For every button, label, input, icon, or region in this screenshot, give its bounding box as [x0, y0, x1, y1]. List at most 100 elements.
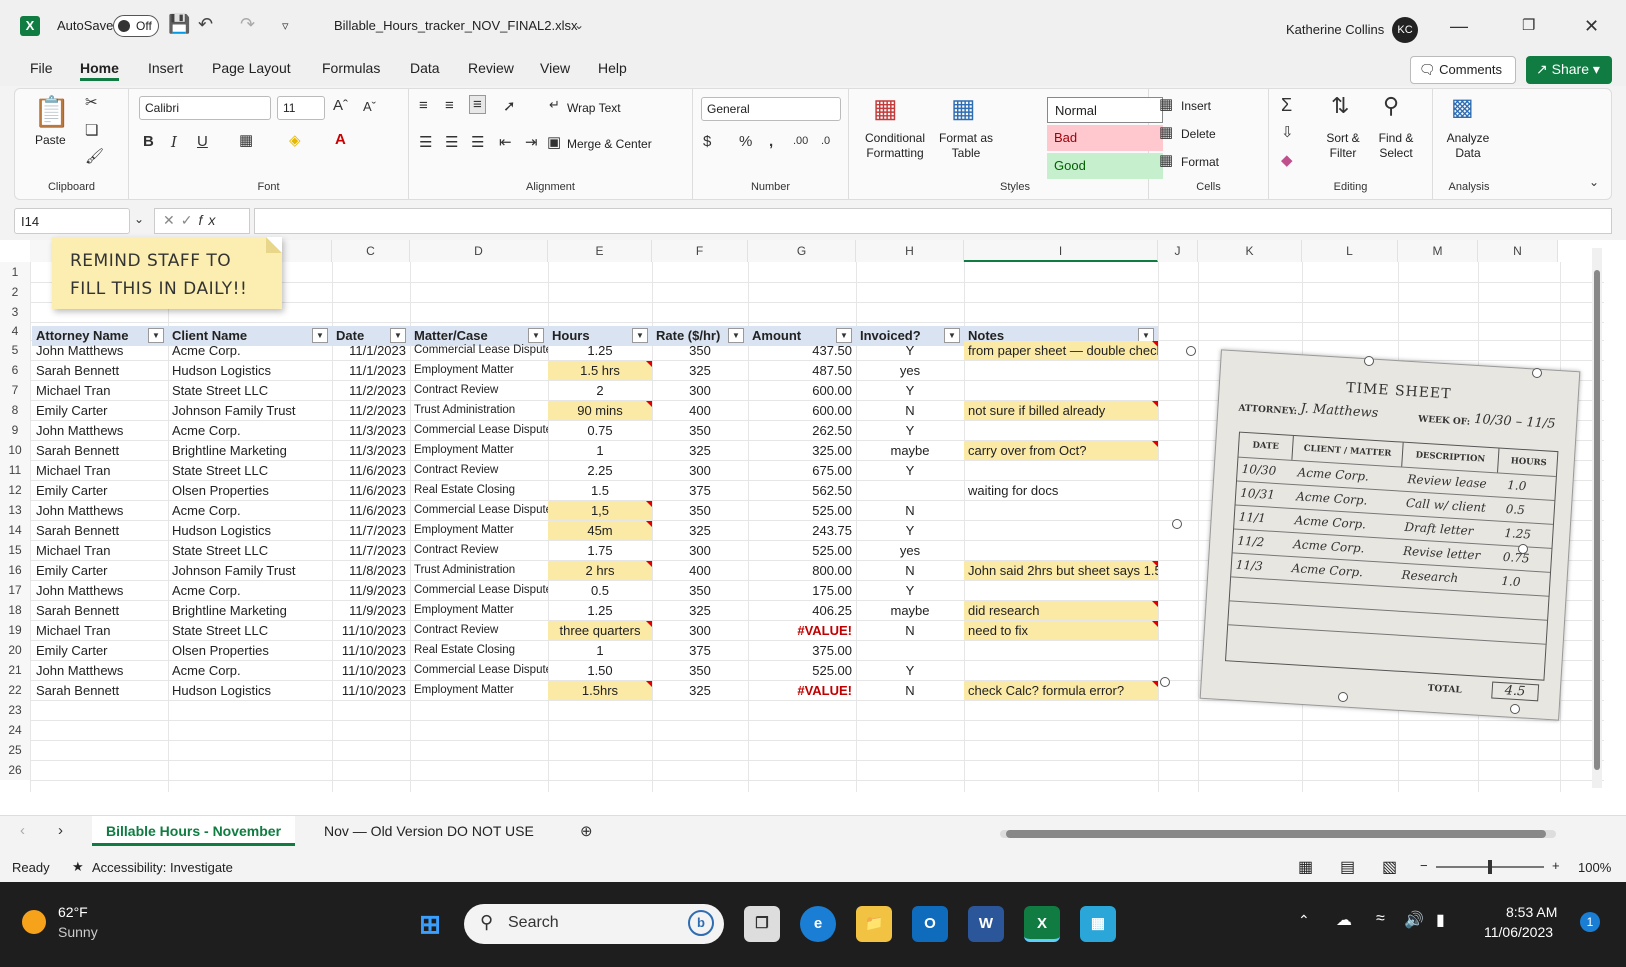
table-cell[interactable]: 1.5 hrs — [548, 361, 652, 380]
align-top-icon[interactable]: ≡ — [419, 97, 428, 114]
table-cell[interactable]: Sarah Bennett — [32, 361, 168, 380]
table-cell[interactable]: Employment Matter — [410, 521, 548, 540]
row-number[interactable]: 3 — [0, 302, 30, 322]
table-cell[interactable]: 11/3/2023 — [332, 441, 410, 460]
cut-icon[interactable]: ✂ — [85, 93, 98, 111]
percent-icon[interactable]: % — [739, 133, 752, 150]
rotate-handle[interactable] — [1364, 356, 1374, 366]
table-cell[interactable]: 243.75 — [748, 521, 856, 540]
table-cell[interactable]: 300 — [652, 461, 748, 480]
table-cell[interactable]: 11/1/2023 — [332, 361, 410, 380]
table-cell[interactable]: State Street LLC — [168, 541, 332, 560]
table-cell[interactable]: Employment Matter — [410, 681, 548, 700]
row-number[interactable]: 5 — [0, 340, 30, 360]
table-cell[interactable]: Trust Administration — [410, 401, 548, 420]
table-cell[interactable]: 1.25 — [548, 341, 652, 360]
resize-handle-bottom-left[interactable] — [1160, 677, 1170, 687]
table-cell[interactable]: 400 — [652, 561, 748, 580]
table-cell[interactable]: Hudson Logistics — [168, 361, 332, 380]
align-right-icon[interactable]: ☰ — [471, 133, 484, 151]
clear-icon[interactable]: ◆ — [1281, 151, 1293, 169]
insert-cells-icon[interactable]: ▦ — [1159, 95, 1173, 113]
sticky-note[interactable]: REMIND STAFF TO FILL THIS IN DAILY!! — [52, 237, 282, 309]
table-cell[interactable]: 175.00 — [748, 581, 856, 600]
table-cell[interactable]: from paper sheet — double check — [964, 341, 1158, 360]
table-cell[interactable]: 675.00 — [748, 461, 856, 480]
column-header-h[interactable]: H — [856, 240, 964, 262]
table-cell[interactable]: 375 — [652, 481, 748, 500]
battery-icon[interactable]: ▮ — [1436, 910, 1445, 930]
outlook-icon[interactable]: O — [912, 906, 948, 942]
table-cell[interactable]: 0.5 — [548, 581, 652, 600]
resize-handle-left[interactable] — [1172, 519, 1182, 529]
next-sheet-icon[interactable]: › — [58, 822, 63, 839]
table-cell[interactable]: 1.75 — [548, 541, 652, 560]
row-number[interactable]: 24 — [0, 720, 30, 740]
column-header-n[interactable]: N — [1478, 240, 1558, 262]
table-cell[interactable]: Michael Tran — [32, 621, 168, 640]
autosum-icon[interactable]: Σ — [1281, 95, 1292, 116]
row-number[interactable]: 2 — [0, 282, 30, 302]
accessibility-icon[interactable]: ★ — [72, 859, 84, 875]
sort-filter-icon[interactable]: ⇅ — [1331, 93, 1349, 119]
style-good[interactable]: Good — [1047, 153, 1163, 179]
table-cell[interactable]: not sure if billed already — [964, 401, 1158, 420]
table-cell[interactable]: John Matthews — [32, 341, 168, 360]
table-cell[interactable]: 350 — [652, 661, 748, 680]
row-number[interactable]: 18 — [0, 600, 30, 620]
table-cell[interactable] — [964, 421, 1158, 440]
table-cell[interactable]: maybe — [856, 601, 964, 620]
row-number[interactable]: 17 — [0, 580, 30, 600]
table-cell[interactable]: John Matthews — [32, 661, 168, 680]
table-cell[interactable]: 562.50 — [748, 481, 856, 500]
table-cell[interactable]: State Street LLC — [168, 381, 332, 400]
table-cell[interactable] — [964, 641, 1158, 660]
row-number[interactable]: 8 — [0, 400, 30, 420]
undo-icon[interactable]: ↶ — [198, 14, 213, 35]
resize-handle-top-right[interactable] — [1532, 368, 1542, 378]
table-cell[interactable]: 525.00 — [748, 661, 856, 680]
table-cell[interactable]: 11/3/2023 — [332, 421, 410, 440]
clock-time[interactable]: 8:53 AM — [1506, 904, 1557, 920]
table-cell[interactable]: 350 — [652, 581, 748, 600]
row-number[interactable]: 10 — [0, 440, 30, 460]
menu-view[interactable]: View — [540, 60, 570, 76]
formula-input[interactable] — [254, 208, 1612, 234]
font-color-icon[interactable]: A — [335, 131, 346, 148]
find-select-icon[interactable]: ⚲ — [1383, 93, 1399, 119]
zoom-slider-thumb[interactable] — [1488, 860, 1492, 874]
number-format-select[interactable]: General — [701, 97, 841, 121]
table-cell[interactable]: Y — [856, 521, 964, 540]
table-cell[interactable]: John Matthews — [32, 421, 168, 440]
table-cell[interactable] — [964, 541, 1158, 560]
excel-taskbar-icon[interactable]: X — [1024, 906, 1060, 942]
table-cell[interactable]: Michael Tran — [32, 381, 168, 400]
table-cell[interactable]: 525.00 — [748, 501, 856, 520]
table-cell[interactable]: Trust Administration — [410, 561, 548, 580]
menu-file[interactable]: File — [30, 60, 53, 76]
table-cell[interactable]: 11/7/2023 — [332, 541, 410, 560]
menu-help[interactable]: Help — [598, 60, 627, 76]
table-cell[interactable]: need to fix — [964, 621, 1158, 640]
table-cell[interactable]: 325 — [652, 601, 748, 620]
page-break-view-icon[interactable]: ▧ — [1382, 857, 1397, 877]
table-cell[interactable]: Commercial Lease Dispute — [410, 421, 548, 440]
row-number[interactable]: 15 — [0, 540, 30, 560]
table-cell[interactable]: 11/6/2023 — [332, 501, 410, 520]
timesheet-image[interactable]: TIME SHEET ATTORNEY: J. Matthews WEEK OF… — [1199, 349, 1581, 721]
zoom-level[interactable]: 100% — [1578, 860, 1611, 875]
table-cell[interactable]: Sarah Bennett — [32, 601, 168, 620]
table-cell[interactable]: 11/8/2023 — [332, 561, 410, 580]
table-cell[interactable]: yes — [856, 541, 964, 560]
table-cell[interactable]: Real Estate Closing — [410, 641, 548, 660]
table-cell[interactable]: Brightline Marketing — [168, 441, 332, 460]
table-cell[interactable]: 11/10/2023 — [332, 641, 410, 660]
table-cell[interactable]: N — [856, 501, 964, 520]
menu-formulas[interactable]: Formulas — [322, 60, 380, 76]
table-cell[interactable]: three quarters — [548, 621, 652, 640]
table-cell[interactable]: Commercial Lease Dispute — [410, 581, 548, 600]
table-cell[interactable]: 325 — [652, 521, 748, 540]
row-number[interactable]: 11 — [0, 460, 30, 480]
table-cell[interactable]: Commercial Lease Dispute — [410, 661, 548, 680]
align-center-icon[interactable]: ☰ — [445, 133, 458, 151]
